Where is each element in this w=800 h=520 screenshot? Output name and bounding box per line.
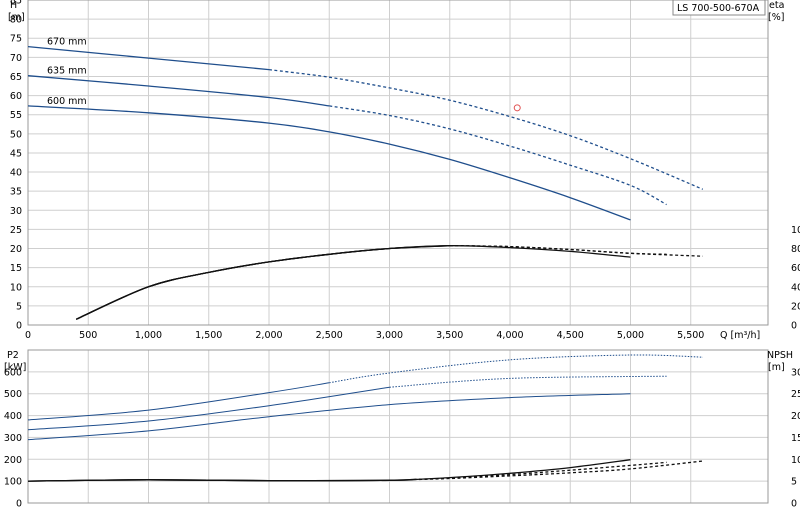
x-tick-label: 1,000 — [135, 330, 162, 341]
right-tick-label: 40 — [791, 282, 800, 293]
top-panel: 670 mm 635 mm 600 mm 0 5 10 15 20 25 30 35 40 45 50 5… — [8, 0, 800, 341]
left-tick-label: 0 — [16, 499, 22, 510]
left-tick-label: 300 — [4, 433, 22, 444]
right-tick-label: 25 — [791, 389, 800, 400]
series-line-dashed — [268, 68, 704, 190]
top-tick-labels: 05101520253035404550556065707580850 500 1,… — [10, 0, 800, 341]
left-tick-label: 55 — [10, 110, 22, 121]
x-tick-label: 4,500 — [557, 330, 584, 341]
series-line — [75, 245, 450, 320]
left-tick-label: 25 — [10, 225, 22, 236]
left-tick-label: 40 — [10, 168, 22, 179]
series-line — [27, 382, 330, 421]
left-tick-label: 500 — [4, 389, 22, 400]
x-tick-label: 1,500 — [195, 330, 222, 341]
x-tick-label: 5,500 — [677, 330, 704, 341]
left-tick-label: 100 — [4, 477, 22, 488]
x-axis-label: Q [m³/h] — [720, 330, 760, 341]
right-tick-label: 20 — [791, 301, 800, 312]
duty-point-marker — [513, 104, 521, 112]
series-label: 635 mm — [47, 66, 87, 77]
bottom-tick-labels: 0100200300400500600051015202530 — [4, 367, 800, 509]
left-tick-label: 60 — [10, 91, 22, 102]
bottom-right-axis-label-bottom: [m] — [768, 362, 785, 373]
top-curves: 670 mm 635 mm 600 mm — [27, 37, 704, 320]
x-tick-label: 4,000 — [496, 330, 523, 341]
left-tick-label: 50 — [10, 129, 22, 140]
top-left-axis-label-top: H — [10, 0, 17, 11]
left-tick-label: 30 — [10, 206, 22, 217]
left-tick-label: 70 — [10, 53, 22, 64]
right-tick-label: 60 — [791, 263, 800, 274]
right-tick-label: 30 — [791, 367, 800, 378]
left-tick-label: 65 — [10, 72, 22, 83]
pump-curve-chart: 670 mm635 mm600 mm 051015202530354045505… — [4, 0, 800, 510]
right-tick-label: 0 — [791, 499, 797, 510]
x-tick-label: 2,000 — [255, 330, 282, 341]
series-label: 670 mm — [47, 37, 87, 48]
x-tick-label: 5,000 — [617, 330, 644, 341]
bottom-left-axis-label-top: P2 — [7, 350, 19, 361]
bottom-left-axis-label-bottom: [kW] — [4, 362, 26, 373]
right-tick-label: 100 — [791, 225, 800, 236]
left-tick-label: 10 — [10, 282, 22, 293]
product-badge: LS 700-500-670A — [672, 0, 766, 16]
right-tick-label: 5 — [791, 477, 797, 488]
right-tick-label: 20 — [791, 411, 800, 422]
right-tick-label: 10 — [791, 455, 800, 466]
left-tick-label: 75 — [10, 34, 22, 45]
x-tick-label: 3,500 — [436, 330, 463, 341]
left-tick-label: 45 — [10, 148, 22, 159]
left-tick-label: 20 — [10, 244, 22, 255]
left-tick-label: 35 — [10, 187, 22, 198]
x-tick-label: 0 — [25, 330, 31, 341]
bottom-right-axis-label-top: NPSH — [767, 350, 793, 361]
bottom-panel: 0100200300400500600051015202530 P2 [kW] … — [4, 349, 800, 510]
left-tick-label: 0 — [16, 321, 22, 332]
left-tick-label: 400 — [4, 411, 22, 422]
series-line-dashed — [389, 375, 667, 388]
bottom-curves — [27, 354, 703, 482]
top-right-axis-label-bottom: [%] — [768, 12, 784, 23]
x-tick-label: 2,500 — [316, 330, 343, 341]
series-line — [75, 245, 450, 320]
top-plot-frame — [27, 0, 769, 326]
right-tick-label: 0 — [791, 321, 797, 332]
left-tick-label: 200 — [4, 455, 22, 466]
series-label: 600 mm — [47, 96, 87, 107]
right-tick-label: 80 — [791, 244, 800, 255]
x-tick-label: 500 — [79, 330, 97, 341]
top-grid — [28, 0, 768, 325]
x-tick-label: 3,000 — [376, 330, 403, 341]
series-line — [75, 245, 631, 320]
series-line-dashed — [329, 105, 667, 206]
top-right-axis-label-top: eta — [769, 0, 784, 11]
product-title: LS 700-500-670A — [677, 3, 760, 14]
right-tick-label: 15 — [791, 433, 800, 444]
top-left-axis-label-bottom: [m] — [8, 12, 25, 23]
left-tick-label: 15 — [10, 263, 22, 274]
left-tick-label: 5 — [16, 301, 22, 312]
